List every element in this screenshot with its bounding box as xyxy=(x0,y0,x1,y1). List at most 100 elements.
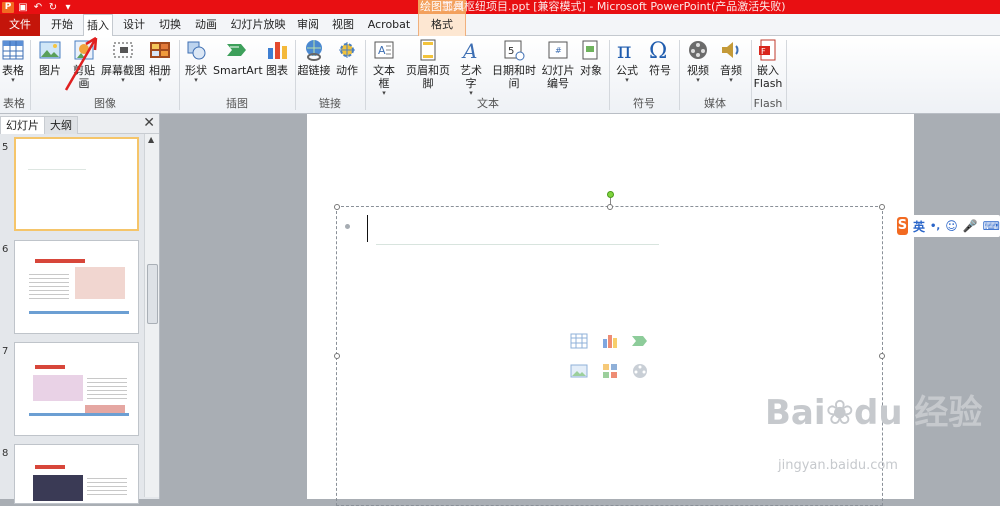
slide-thumbnail[interactable] xyxy=(14,342,139,436)
slidenumber-button[interactable]: # 幻灯片 编号 xyxy=(541,38,575,90)
ime-punctuation[interactable]: •, xyxy=(930,221,940,232)
microphone-icon[interactable]: 🎤 xyxy=(963,219,978,233)
chart-label: 图表 xyxy=(266,64,288,77)
smartart-icon xyxy=(227,44,246,56)
thumbnail-text xyxy=(29,271,69,301)
video-button[interactable]: 视频 ▾ xyxy=(683,38,713,84)
tab-review[interactable]: 审阅 xyxy=(293,14,323,36)
hyperlink-button[interactable]: 超链接 xyxy=(297,38,331,77)
insert-media-icon[interactable] xyxy=(631,363,649,379)
hyperlink-label: 超链接 xyxy=(297,64,331,77)
tab-slideshow[interactable]: 幻灯片放映 xyxy=(228,14,288,36)
slide-thumbnail[interactable] xyxy=(14,137,139,231)
album-button[interactable]: 相册 ▾ xyxy=(146,38,174,84)
panel-scrollbar[interactable]: ▲ xyxy=(144,134,159,497)
title-bar: P ▣ ↶ ↻ ▾ 绘图工具 鄂州枢纽项目.ppt [兼容模式] - Micro… xyxy=(0,0,1000,14)
group-flash-label: Flash xyxy=(753,97,783,110)
keyboard-icon[interactable]: ⌨ xyxy=(983,219,1000,233)
insert-table-icon[interactable] xyxy=(570,333,588,349)
action-label: 动作 xyxy=(336,64,358,77)
header-footer-icon xyxy=(420,39,436,61)
tab-transitions[interactable]: 切换 xyxy=(155,14,185,36)
hyperlink-icon xyxy=(306,40,322,61)
audio-button[interactable]: 音频 ▾ xyxy=(716,38,746,84)
slide-number: 6 xyxy=(2,244,9,255)
slide-number: 7 xyxy=(2,346,9,357)
thumbnail-image xyxy=(33,375,83,401)
omega-icon: Ω xyxy=(649,39,667,62)
action-button[interactable]: 动作 xyxy=(334,38,360,77)
tab-acrobat[interactable]: Acrobat xyxy=(363,14,415,36)
divider xyxy=(30,40,31,110)
embed-flash-button[interactable]: F 嵌入 Flash xyxy=(753,38,783,90)
save-icon[interactable]: ▣ xyxy=(17,2,29,13)
chart-button[interactable]: 图表 xyxy=(263,38,291,77)
table-icon xyxy=(2,40,24,60)
slidenumber-label-2: 编号 xyxy=(547,77,569,90)
textbox-button[interactable]: A 文本框 ▾ xyxy=(368,38,400,97)
tab-file[interactable]: 文件 xyxy=(0,14,40,36)
tab-view[interactable]: 视图 xyxy=(328,14,358,36)
resize-handle[interactable] xyxy=(334,353,340,359)
insert-smartart-icon[interactable] xyxy=(631,333,649,349)
tab-design[interactable]: 设计 xyxy=(119,14,149,36)
redo-icon[interactable]: ↻ xyxy=(47,2,59,13)
ribbon-insert: 表格 ▾ 表格 图片 剪贴画 屏幕截图 ▾ 相册 ▾ 图像 形状 ▾ SmartArt … xyxy=(0,36,1000,114)
album-icon xyxy=(150,42,170,58)
table-button[interactable]: 表格 ▾ xyxy=(0,38,26,84)
undo-icon[interactable]: ↶ xyxy=(32,2,44,13)
equation-button[interactable]: π 公式 ▾ xyxy=(612,38,642,84)
resize-handle[interactable] xyxy=(607,204,613,210)
svg-text:A: A xyxy=(461,39,477,62)
text-underline xyxy=(376,244,659,245)
resize-handle[interactable] xyxy=(879,353,885,359)
rotation-handle[interactable] xyxy=(607,191,614,198)
smartart-button[interactable]: SmartArt xyxy=(213,38,263,77)
annotation-arrow xyxy=(64,36,98,91)
insert-clipart-icon[interactable] xyxy=(601,363,619,379)
flash-icon: F xyxy=(759,39,776,61)
customize-qat-icon[interactable]: ▾ xyxy=(62,2,74,13)
close-icon[interactable]: ✕ xyxy=(143,115,155,131)
datetime-button[interactable]: 5 日期和时间 xyxy=(488,38,540,90)
headerfooter-button[interactable]: 页眉和页脚 xyxy=(402,38,454,90)
tab-animations[interactable]: 动画 xyxy=(191,14,221,36)
textbox-label: 文本框 xyxy=(373,64,395,90)
quick-access-toolbar: P ▣ ↶ ↻ ▾ xyxy=(0,0,74,14)
thumbnail-footer xyxy=(29,311,129,314)
insert-picture-icon[interactable] xyxy=(570,363,588,379)
insert-chart-icon[interactable] xyxy=(601,333,619,349)
slide-thumbnail[interactable] xyxy=(14,240,139,334)
thumbnail-image xyxy=(33,475,83,501)
chart-icon xyxy=(268,42,287,59)
scroll-up-icon[interactable]: ▲ xyxy=(148,135,154,144)
tab-slides[interactable]: 幻灯片 xyxy=(0,116,45,134)
thumbnail-text xyxy=(87,375,127,401)
ime-mode-label[interactable]: 英 xyxy=(913,218,925,235)
wordart-button[interactable]: A 艺术字 ▾ xyxy=(455,38,487,97)
slide-thumbnail[interactable] xyxy=(14,444,139,504)
wordart-label: 艺术字 xyxy=(460,64,482,90)
resize-handle[interactable] xyxy=(879,204,885,210)
svg-text:A: A xyxy=(378,44,386,57)
resize-handle[interactable] xyxy=(334,204,340,210)
current-slide[interactable] xyxy=(307,114,914,506)
ime-toolbar[interactable]: S 英 •, ☺ 🎤 ⌨ xyxy=(895,215,1000,237)
app-icon[interactable]: P xyxy=(2,1,14,13)
tab-format[interactable]: 格式 xyxy=(418,14,466,36)
thumbnail-title xyxy=(35,365,65,369)
ime-logo-icon[interactable]: S xyxy=(897,217,908,235)
group-tables-label: 表格 xyxy=(3,97,25,110)
slide-number: 8 xyxy=(2,448,9,459)
thumbnail-table xyxy=(85,405,125,413)
embed-flash-label-1: 嵌入 xyxy=(757,64,779,77)
tab-outline[interactable]: 大纲 xyxy=(44,116,78,134)
symbol-button[interactable]: Ω 符号 xyxy=(645,38,675,77)
scrollbar-thumb[interactable] xyxy=(147,264,158,324)
emoji-icon[interactable]: ☺ xyxy=(945,219,958,233)
object-button[interactable]: 对象 xyxy=(577,38,605,77)
thumbnail-image xyxy=(75,267,125,299)
thumbnail-title xyxy=(35,259,85,263)
group-illustrations-label: 插图 xyxy=(226,97,248,110)
shapes-button[interactable]: 形状 ▾ xyxy=(182,38,210,84)
